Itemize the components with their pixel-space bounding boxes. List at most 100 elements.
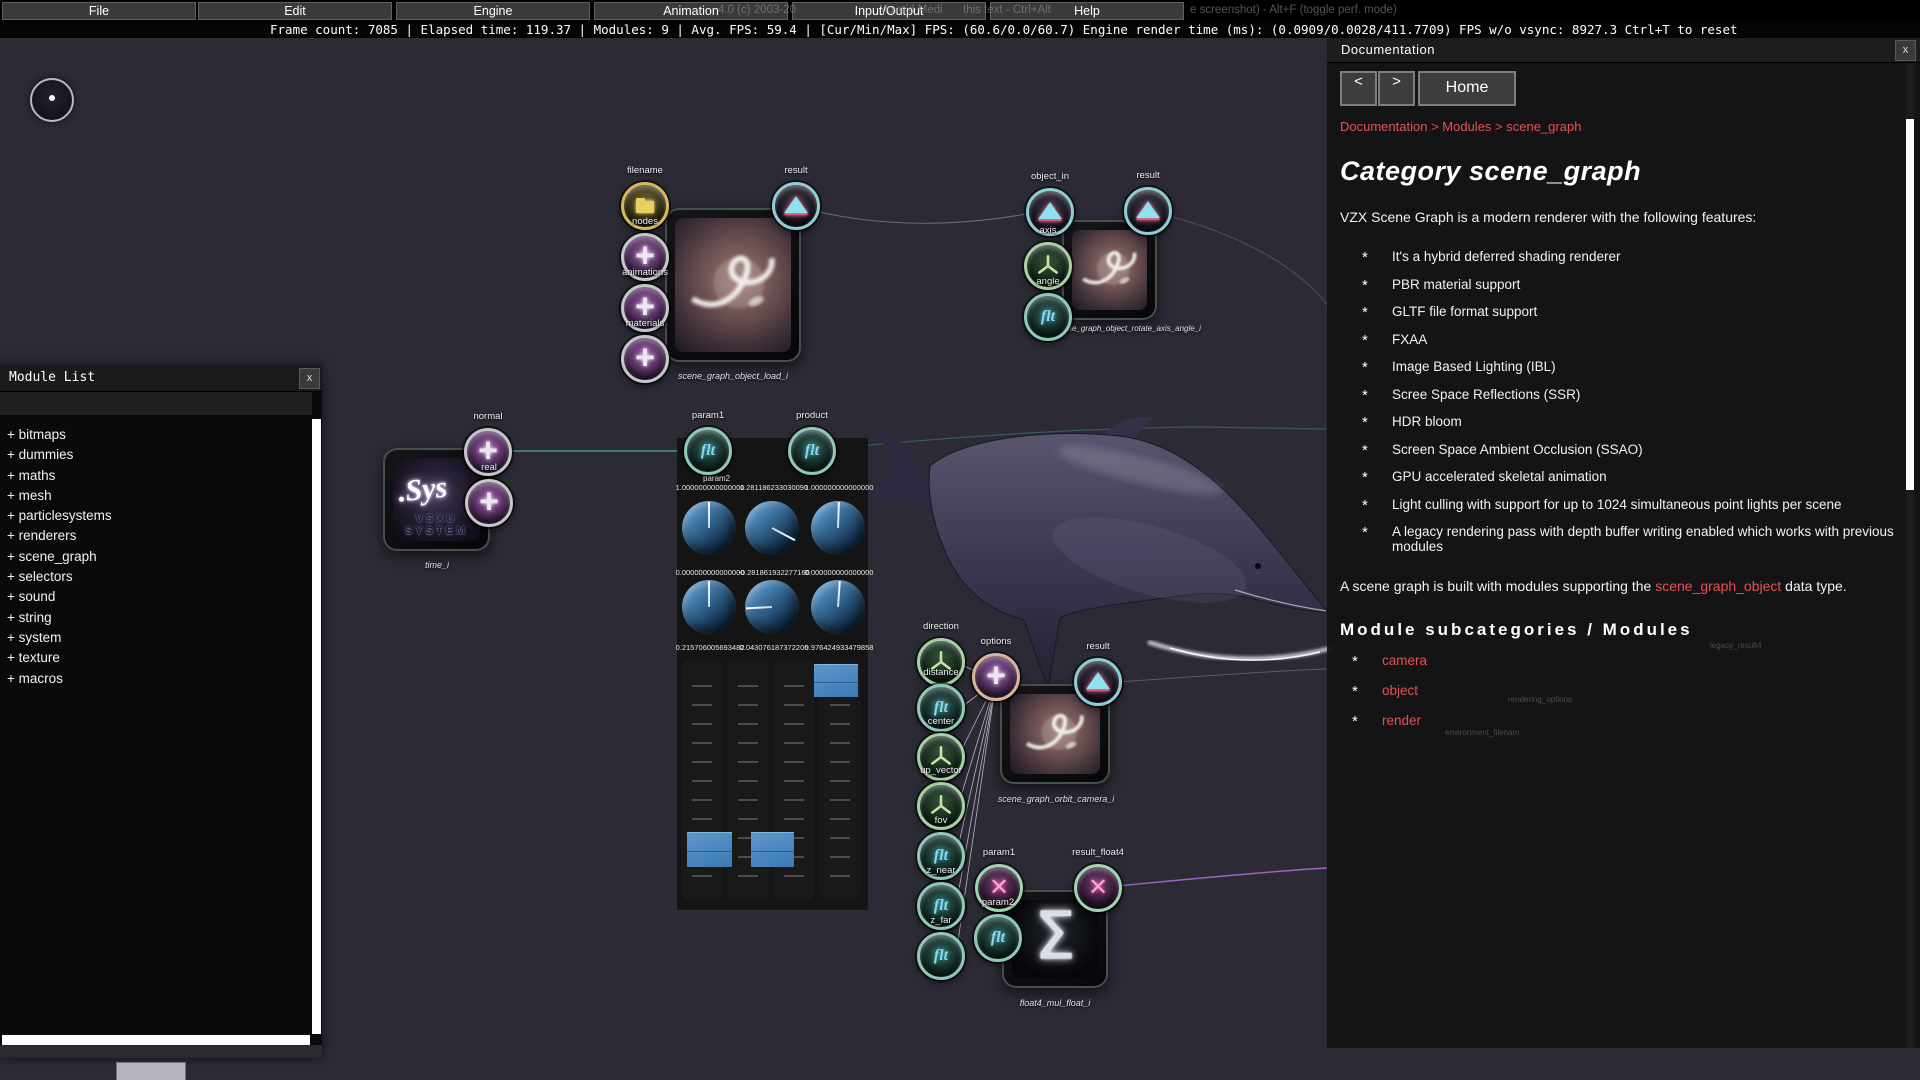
doc-outro-paragraph: A scene graph is built with modules supp… — [1340, 578, 1894, 594]
module-label: time_i — [425, 560, 449, 570]
module-link-object[interactable]: object — [1382, 683, 1418, 700]
port-label: animations — [622, 267, 668, 278]
module-category-item[interactable]: + selectors — [0, 567, 312, 587]
port-param2[interactable]: fltparam2 — [974, 914, 1022, 962]
feature-item: *GPU accelerated skeletal animation — [1340, 469, 1894, 486]
dial-knob[interactable] — [682, 580, 736, 634]
module-link-render[interactable]: render — [1382, 713, 1421, 730]
documentation-content: Documentation > Modules > scene_graph Ca… — [1340, 119, 1894, 730]
outro-text: A scene graph is built with modules supp… — [1340, 578, 1655, 594]
module-label: float4_mul_float_i — [1020, 998, 1091, 1008]
module-list-titlebar[interactable]: Module List x — [0, 365, 322, 392]
port-label: center — [928, 716, 954, 727]
documentation-titlebar[interactable]: Documentation — [1327, 37, 1920, 63]
doc-forward-button[interactable]: > — [1378, 71, 1415, 106]
port-label: nodes — [632, 216, 658, 227]
port-result[interactable]: result — [1074, 658, 1122, 706]
doc-scrollbar-thumb[interactable] — [1906, 119, 1914, 490]
dial-knob[interactable] — [745, 501, 799, 555]
dial-value: -0.281861932277160 — [738, 568, 809, 577]
breadcrumb-documentation[interactable]: Documentation — [1340, 119, 1427, 134]
module-category-item[interactable]: + sound — [0, 587, 312, 607]
feature-item: *PBR material support — [1340, 277, 1894, 294]
module-category-item[interactable]: + dummies — [0, 445, 312, 465]
slider-handle[interactable] — [814, 664, 858, 697]
port-result[interactable]: result — [1124, 187, 1172, 235]
menubar-faded-text: 4.0 (c) 2003-20 — [718, 4, 796, 16]
port-real[interactable]: +real — [465, 479, 513, 527]
module-art-swirl — [675, 218, 791, 352]
panel-param-label: param2 — [703, 474, 730, 483]
module-list-vertical-scrollbar[interactable] — [312, 419, 321, 1034]
documentation-close-button[interactable]: x — [1895, 40, 1916, 61]
module-category-item[interactable]: + macros — [0, 669, 312, 689]
module-label: scene_graph_object_load_i — [678, 371, 788, 381]
module-category-item[interactable]: + maths — [0, 466, 312, 486]
menu-bar: File Edit Engine Animation Input/Output … — [0, 0, 1920, 21]
module-category-item[interactable]: + system — [0, 628, 312, 648]
module-thumbnail[interactable] — [665, 208, 801, 362]
module-category-item[interactable]: + string — [0, 608, 312, 628]
doc-subcategories-heading: Module subcategories / Modules — [1340, 620, 1894, 640]
dial-knob[interactable] — [745, 580, 799, 634]
status-bar: Frame count: 7085 | Elapsed time: 119.37… — [0, 21, 1920, 38]
port-label: param1 — [692, 410, 724, 421]
module-category-item[interactable]: + scene_graph — [0, 547, 312, 567]
module-list-horizontal-scrollbar[interactable] — [2, 1035, 310, 1045]
module-category-item[interactable]: + texture — [0, 648, 312, 668]
dial-needle — [708, 502, 710, 528]
port-result[interactable]: result — [772, 182, 820, 230]
slider-handle[interactable] — [687, 832, 732, 867]
menu-file[interactable]: File — [2, 2, 196, 20]
dial-knob[interactable] — [811, 501, 865, 555]
slider-handle[interactable] — [751, 832, 794, 867]
module-art-sigma: Σ — [1012, 900, 1098, 978]
menu-edit[interactable]: Edit — [198, 2, 392, 20]
doc-home-button[interactable]: Home — [1418, 71, 1516, 106]
dial-needle — [772, 527, 796, 541]
module-thumbnail[interactable] — [1062, 220, 1157, 320]
menubar-faded-text: this text - Ctrl+Alt — [963, 4, 1051, 16]
port-label: param1 — [983, 847, 1015, 858]
dial-needle — [708, 581, 710, 607]
module-category-item[interactable]: + particlesystems — [0, 506, 312, 526]
port-materials[interactable]: +materials — [621, 335, 669, 383]
module-category-item[interactable]: + mesh — [0, 486, 312, 506]
module-link-list: *camera*object*render — [1340, 653, 1894, 730]
breadcrumb-scene-graph[interactable]: scene_graph — [1506, 119, 1581, 134]
module-category-list: + bitmaps+ dummies+ maths+ mesh+ particl… — [0, 419, 312, 1034]
dial-value: 1.000000000000000 — [805, 483, 874, 492]
feature-item: *Scree Space Reflections (SSR) — [1340, 387, 1894, 404]
dial-value: 0.000000000000000 — [676, 568, 745, 577]
doc-category-heading: Category scene_graph — [1340, 156, 1894, 187]
port-param1[interactable]: fltparam1 — [684, 427, 732, 475]
port-angle[interactable]: fltangle — [1024, 293, 1072, 341]
port-label: result — [1086, 641, 1109, 652]
dial-knob[interactable] — [811, 580, 865, 634]
module-list-panel: Module List x + bitmaps+ dummies+ maths+… — [0, 365, 322, 1058]
port-result_float4[interactable]: ✕result_float4 — [1074, 864, 1122, 912]
port-label: distance — [923, 667, 958, 678]
doc-back-button[interactable]: < — [1340, 71, 1377, 106]
module-search-input[interactable] — [0, 392, 312, 415]
port-options[interactable]: +options — [972, 653, 1020, 701]
module-category-item[interactable]: + renderers — [0, 526, 312, 546]
port-label: result — [1136, 170, 1159, 181]
module-link-camera[interactable]: camera — [1382, 653, 1427, 670]
port-direction[interactable]: direction — [917, 638, 965, 686]
module-art-swirl — [1010, 694, 1100, 774]
menubar-faded-text: e screenshot) - Alt+F (toggle perf. mode… — [1190, 4, 1397, 16]
port-product[interactable]: fltproduct — [788, 427, 836, 475]
menu-engine[interactable]: Engine — [396, 2, 590, 20]
dial-needle — [746, 606, 772, 609]
port-label: real — [481, 462, 497, 473]
module-list-close-button[interactable]: x — [299, 368, 320, 389]
module-label: scene_graph_object_rotate_axis_angle_i — [1055, 324, 1201, 333]
dial-knob[interactable] — [682, 501, 736, 555]
scene-graph-object-link[interactable]: scene_graph_object — [1655, 578, 1781, 594]
breadcrumb-modules[interactable]: Modules — [1442, 119, 1491, 134]
port-z_far[interactable]: fltz_far — [917, 932, 965, 980]
module-category-item[interactable]: + bitmaps — [0, 425, 312, 445]
breadcrumb-separator: > — [1491, 119, 1506, 134]
canvas-clock-button[interactable] — [30, 78, 74, 122]
